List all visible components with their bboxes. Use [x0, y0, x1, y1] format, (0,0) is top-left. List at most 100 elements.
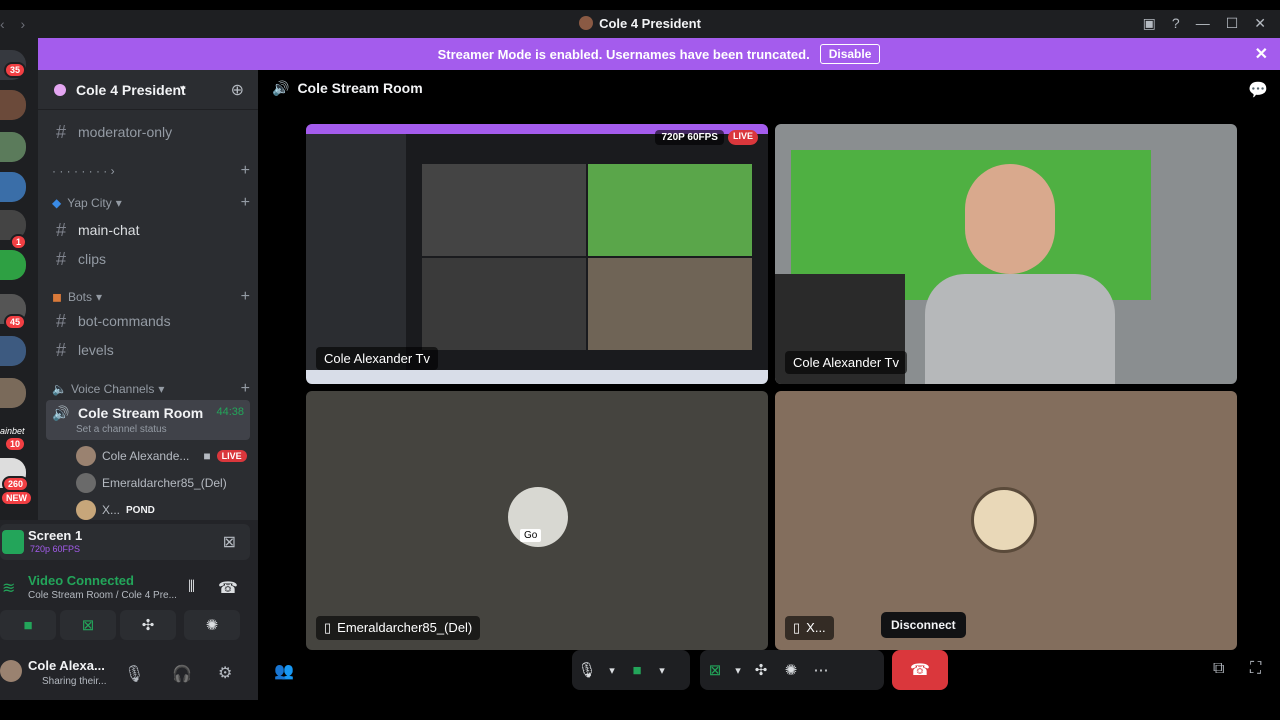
invite-icon[interactable]: ⊕ — [231, 80, 244, 100]
camera-icon[interactable]: ■ — [622, 662, 652, 679]
fullscreen-icon[interactable]: ⛶ — [1250, 660, 1261, 678]
chevron-down-icon: ▾ — [158, 382, 165, 396]
server-header[interactable]: Cole 4 President ▾ ⊕ — [38, 70, 258, 110]
banner-close-icon[interactable]: ✕ — [1255, 44, 1268, 64]
voice-channel-cole-stream-room[interactable]: 🔊 Cole Stream Room 44:38 Set a channel s… — [46, 400, 250, 440]
server-icon[interactable] — [0, 132, 26, 162]
chevron-down-icon[interactable]: ▾ — [730, 664, 746, 677]
channel-bot-commands[interactable]: # bot-commands — [46, 307, 250, 335]
voice-member[interactable]: Emeraldarcher85_(Del) — [76, 473, 227, 493]
stream-preview-tile — [588, 164, 752, 256]
microphone-icon[interactable]: 🎙 — [572, 661, 602, 679]
phone-icon: ▯ — [793, 620, 801, 635]
user-avatar[interactable] — [0, 660, 22, 682]
speaker-icon: 🔊 — [52, 405, 70, 421]
disconnect-tooltip: Disconnect — [881, 612, 966, 638]
title-bar: ‹ › Cole 4 President ▣ ? — ☐ ✕ — [0, 10, 1280, 38]
category-label: Yap City — [67, 196, 112, 210]
activities-icon[interactable]: ✣ — [746, 661, 776, 679]
user-status: Sharing their... — [42, 676, 107, 687]
server-icon[interactable] — [0, 378, 26, 408]
soundboard-button[interactable]: ✺ — [184, 610, 240, 640]
add-channel-icon[interactable]: + — [241, 380, 250, 398]
avatar — [76, 500, 96, 520]
server-icon[interactable] — [0, 172, 26, 202]
channel-levels[interactable]: # levels — [46, 336, 250, 364]
stream-preview-tile — [422, 164, 586, 256]
notification-badge: 10 — [4, 436, 27, 452]
minimize-icon[interactable]: — — [1196, 15, 1210, 32]
person-face — [965, 164, 1055, 274]
soundboard-icon: ✺ — [205, 617, 219, 634]
channel-label: bot-commands — [78, 313, 171, 329]
tile-label: Cole Alexander Tv — [785, 351, 907, 374]
microphone-icon[interactable]: 🎙 — [124, 664, 144, 684]
help-icon[interactable]: ? — [1172, 15, 1180, 32]
chevron-down-icon[interactable]: ▾ — [602, 664, 622, 677]
category-bots[interactable]: ◼ Bots ▾ + — [52, 288, 250, 306]
person-sweater — [925, 274, 1115, 384]
add-channel-icon[interactable]: + — [241, 288, 250, 306]
disconnect-icon[interactable]: ☎ — [218, 578, 238, 598]
category-voice[interactable]: 🔈 Voice Channels ▾ + — [52, 380, 250, 398]
connection-status: Video Connected — [28, 573, 134, 588]
stream-tile-webcam[interactable]: Cole Alexander Tv — [775, 124, 1237, 384]
chat-icon[interactable]: 💬 — [1248, 80, 1268, 100]
headphones-icon[interactable]: 🎧 — [172, 664, 192, 684]
screen-share-button[interactable]: ⊠ — [60, 610, 116, 640]
stream-preview-taskbar — [306, 370, 768, 384]
disconnect-button[interactable]: ☎ — [892, 650, 948, 690]
server-icon[interactable] — [0, 90, 26, 120]
category-label: Voice Channels — [70, 382, 155, 396]
stream-preview-sidebar — [306, 134, 406, 370]
pop-out-icon[interactable]: ⧉ — [1213, 660, 1224, 678]
server-icon[interactable] — [0, 336, 26, 366]
server-boost-icon — [54, 84, 66, 96]
user-name: Cole Alexa... — [28, 658, 105, 673]
add-channel-icon[interactable]: + — [241, 194, 250, 212]
connection-location[interactable]: Cole Stream Room / Cole 4 Pre... — [28, 590, 177, 601]
channel-clips[interactable]: # clips — [46, 245, 250, 273]
category-yap-city[interactable]: ◆ Yap City ▾ + — [52, 194, 250, 212]
chevron-down-icon: ▾ — [115, 196, 122, 210]
screen-share-card[interactable]: Screen 1 720p 60FPS ⊠ — [0, 524, 250, 560]
camera-button[interactable]: ■ — [0, 610, 56, 640]
pill-icon: ◆ — [52, 196, 62, 210]
streamer-mode-banner: Streamer Mode is enabled. Usernames have… — [38, 38, 1280, 70]
stream-tile-screen[interactable]: 720P 60FPS LIVE Cole Alexander Tv — [306, 124, 768, 384]
user-area: Cole Alexa... Sharing their... 🎙 🎧 ⚙ — [0, 652, 258, 700]
avatar-caption: Go — [520, 529, 542, 542]
invite-people-icon[interactable]: 👥 — [274, 661, 294, 681]
stream-quality-badge: 720P 60FPS — [655, 130, 724, 145]
close-icon[interactable]: ✕ — [1254, 15, 1266, 32]
speaker-icon: 🔊 — [272, 80, 290, 96]
disable-button[interactable]: Disable — [819, 44, 881, 64]
category-label: Bots — [67, 290, 92, 304]
screen-share-icon: ⊠ — [81, 617, 95, 634]
banner-text: Streamer Mode is enabled. Usernames have… — [437, 46, 810, 62]
maximize-icon[interactable]: ☐ — [1226, 15, 1239, 32]
chevron-down-icon[interactable]: ▾ — [652, 664, 672, 677]
channel-label: moderator-only — [78, 124, 173, 140]
soundboard-icon[interactable]: ✺ — [776, 661, 806, 679]
stop-stream-icon[interactable]: ⊠ — [223, 532, 236, 552]
tile-label-text: X... — [806, 620, 826, 635]
inbox-icon[interactable]: ▣ — [1143, 15, 1156, 32]
voice-member[interactable]: Cole Alexande... ■ LIVE — [76, 446, 247, 466]
server-icon[interactable] — [0, 250, 26, 280]
participant-tile[interactable]: Go ▯ Emeraldarcher85_(Del) — [306, 391, 768, 650]
screen-share-icon[interactable]: ⊠ — [700, 661, 730, 679]
settings-gear-icon[interactable]: ⚙ — [218, 663, 232, 683]
add-channel-icon[interactable]: + — [241, 162, 250, 180]
channel-moderator-only[interactable]: # moderator-only — [46, 118, 250, 146]
noise-suppression-icon[interactable]: ⦀ — [188, 579, 195, 597]
participant-tile[interactable]: ▯ X... — [775, 391, 1237, 650]
channel-status[interactable]: Set a channel status — [76, 424, 167, 435]
channel-main-chat[interactable]: # main-chat — [46, 216, 250, 244]
signal-icon[interactable]: ≋ — [2, 578, 15, 598]
more-options-icon[interactable]: ⋯ — [806, 661, 836, 679]
notification-badge: 35 — [4, 62, 27, 78]
category-divider[interactable]: · · · · · · · · › + — [52, 162, 250, 180]
voice-member[interactable]: X... POND — [76, 500, 155, 520]
activities-button[interactable]: ✣ — [120, 610, 176, 640]
